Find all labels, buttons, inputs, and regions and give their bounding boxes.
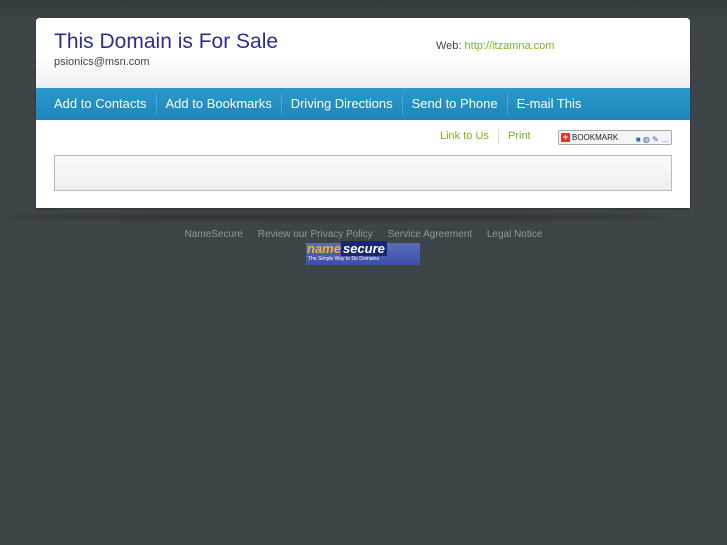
nav-add-to-contacts[interactable]: Add to Contacts (36, 94, 156, 114)
footer-link-privacy[interactable]: Review our Privacy Policy (258, 229, 373, 240)
link-to-us-link[interactable]: Link to Us (440, 130, 489, 142)
logo-name: name (307, 241, 341, 256)
web-link[interactable]: http://itzamna.com (465, 40, 555, 52)
print-link[interactable]: Print (508, 130, 531, 142)
nav-driving-directions[interactable]: Driving Directions (280, 94, 402, 114)
contact-email[interactable]: psionics@msn.com (54, 56, 150, 68)
footer-link-namesecure[interactable]: NameSecure (185, 229, 243, 240)
plus-icon: + (561, 132, 570, 142)
logo-secure: secure (340, 241, 387, 256)
footer-link-service-agreement[interactable]: Service Agreement (388, 229, 473, 240)
footer-links: NameSecure Review our Privacy Policy Ser… (0, 229, 727, 240)
footer-link-legal-notice[interactable]: Legal Notice (487, 229, 543, 240)
bookmark-label: BOOKMARK (572, 133, 619, 142)
toolbar: Link to Us Print + BOOKMARK ■ ◍ ✎ … (36, 129, 690, 146)
namesecure-logo[interactable]: name secure The Simple Way to Do Domains (306, 241, 420, 265)
page-title: This Domain is For Sale (54, 30, 279, 53)
social-icons: ■ ◍ ✎ … (635, 135, 669, 144)
nav-send-to-phone[interactable]: Send to Phone (401, 94, 507, 114)
bookmark-button[interactable]: + BOOKMARK ■ ◍ ✎ … (558, 130, 672, 145)
nav-add-to-bookmarks[interactable]: Add to Bookmarks (155, 94, 281, 114)
logo-tagline: The Simple Way to Do Domains (308, 256, 379, 262)
card-shadow (6, 215, 666, 219)
nav-bar: Add to Contacts Add to Bookmarks Driving… (36, 88, 690, 120)
content-box (54, 155, 672, 191)
logo-wordmark: name secure (307, 241, 387, 256)
web-label: Web: (436, 40, 462, 52)
nav-email-this[interactable]: E-mail This (506, 94, 591, 114)
web-info: Web: http://itzamna.com (436, 40, 554, 52)
header: This Domain is For Sale psionics@msn.com… (36, 18, 690, 88)
toolbar-divider (498, 129, 499, 144)
main-card: This Domain is For Sale psionics@msn.com… (36, 18, 690, 208)
